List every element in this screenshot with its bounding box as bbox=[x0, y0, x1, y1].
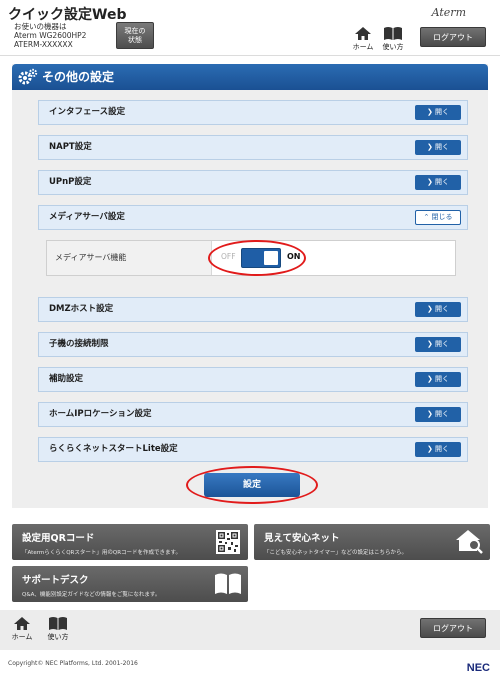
highlight-ellipse-toggle bbox=[208, 240, 306, 276]
device-name: ATERM-XXXXXX bbox=[14, 40, 73, 49]
home-nav-button[interactable]: ホーム bbox=[350, 26, 376, 52]
manual-nav-label: 使い方 bbox=[382, 43, 404, 51]
footer-home-label: ホーム bbox=[11, 633, 33, 641]
logout-label: ログアウト bbox=[433, 33, 473, 42]
safety-net-tile-desc: 「こども安心ネットタイマー」などの設定はこちらから。 bbox=[264, 550, 408, 556]
footer-manual-label: 使い方 bbox=[47, 633, 69, 641]
open-button[interactable]: ❯ 開く bbox=[415, 337, 461, 352]
row-napt-settings[interactable]: NAPT設定 ❯ 開く bbox=[38, 135, 468, 160]
house-magnifier-icon bbox=[456, 530, 483, 554]
current-status-button[interactable]: 現在の 状態 bbox=[116, 22, 154, 49]
copyright-text: Copyright© NEC Platforms, Ltd. 2001-2016 bbox=[8, 660, 138, 667]
row-dmz-host-settings[interactable]: DMZホスト設定 ❯ 開く bbox=[38, 297, 468, 322]
row-label: UPnP設定 bbox=[49, 177, 92, 187]
footer-home-button[interactable]: ホーム bbox=[8, 616, 36, 642]
qr-code-tile-desc: 「AtermらくらくQRスタート」用のQRコードを作成できます。 bbox=[22, 550, 181, 556]
open-button[interactable]: ❯ 開く bbox=[415, 372, 461, 387]
manual-nav-button[interactable]: 使い方 bbox=[380, 26, 406, 52]
section-title: その他の設定 bbox=[42, 70, 115, 84]
current-status-label: 現在の 状態 bbox=[124, 27, 146, 44]
row-media-server-settings[interactable]: メディアサーバ設定 ⌃ 閉じる bbox=[38, 205, 468, 230]
media-server-function-label: メディアサーバ機能 bbox=[47, 241, 212, 275]
logout-button[interactable]: ログアウト bbox=[420, 27, 486, 47]
home-icon bbox=[14, 617, 30, 630]
open-button[interactable]: ❯ 開く bbox=[415, 407, 461, 422]
close-button[interactable]: ⌃ 閉じる bbox=[415, 210, 461, 225]
row-label: メディアサーバ設定 bbox=[49, 212, 125, 222]
section-header: その他の設定 bbox=[12, 64, 488, 90]
highlight-ellipse-submit bbox=[186, 466, 318, 504]
row-label: ホームIPロケーション設定 bbox=[49, 409, 152, 419]
open-button[interactable]: ❯ 開く bbox=[415, 175, 461, 190]
book-icon bbox=[215, 573, 241, 594]
support-desk-tile[interactable]: サポートデスク Q&A、機能別設定ガイドなどの情報をご覧になれます。 bbox=[12, 566, 248, 602]
row-label: インタフェース設定 bbox=[49, 107, 126, 117]
row-label: 補助設定 bbox=[49, 374, 84, 384]
safety-net-tile[interactable]: 見えて安心ネット 「こども安心ネットタイマー」などの設定はこちらから。 bbox=[254, 524, 490, 560]
footer-logout-label: ログアウト bbox=[433, 624, 473, 633]
row-client-connection-limit[interactable]: 子機の接続制限 ❯ 開く bbox=[38, 332, 468, 357]
home-nav-label: ホーム bbox=[352, 43, 374, 51]
gear-icon bbox=[18, 68, 38, 85]
safety-net-tile-title: 見えて安心ネット bbox=[264, 533, 340, 544]
book-icon bbox=[384, 27, 402, 40]
device-caption: お使いの機器は bbox=[14, 22, 67, 31]
qr-code-tile-title: 設定用QRコード bbox=[22, 533, 95, 544]
row-rakuraku-net-start-lite[interactable]: らくらくネットスタートLite設定 ❯ 開く bbox=[38, 437, 468, 462]
open-button[interactable]: ❯ 開く bbox=[415, 140, 461, 155]
footer-nav-bar: ホーム 使い方 ログアウト bbox=[0, 610, 500, 650]
qr-code-icon bbox=[216, 530, 240, 554]
open-button[interactable]: ❯ 開く bbox=[415, 105, 461, 120]
support-desk-tile-title: サポートデスク bbox=[22, 575, 89, 586]
home-icon bbox=[355, 27, 371, 40]
book-icon bbox=[49, 617, 67, 630]
row-upnp-settings[interactable]: UPnP設定 ❯ 開く bbox=[38, 170, 468, 195]
nec-logo: NEC bbox=[466, 662, 490, 674]
footer-logout-button[interactable]: ログアウト bbox=[420, 618, 486, 638]
row-label: NAPT設定 bbox=[49, 142, 92, 152]
device-model: Aterm WG2600HP2 bbox=[14, 31, 87, 40]
row-label: 子機の接続制限 bbox=[49, 339, 109, 349]
open-button[interactable]: ❯ 開く bbox=[415, 442, 461, 457]
aterm-logo: Aterm bbox=[431, 6, 466, 19]
row-label: DMZホスト設定 bbox=[49, 304, 114, 314]
support-desk-tile-desc: Q&A、機能別設定ガイドなどの情報をご覧になれます。 bbox=[22, 592, 161, 598]
app-title: クイック設定Web bbox=[8, 7, 127, 23]
open-button[interactable]: ❯ 開く bbox=[415, 302, 461, 317]
row-label: らくらくネットスタートLite設定 bbox=[49, 444, 178, 454]
header: クイック設定Web お使いの機器は Aterm WG2600HP2 ATERM-… bbox=[0, 0, 500, 56]
footer-manual-button[interactable]: 使い方 bbox=[44, 616, 72, 642]
row-auxiliary-settings[interactable]: 補助設定 ❯ 開く bbox=[38, 367, 468, 392]
row-interface-settings[interactable]: インタフェース設定 ❯ 開く bbox=[38, 100, 468, 125]
qr-code-tile[interactable]: 設定用QRコード 「AtermらくらくQRスタート」用のQRコードを作成できます… bbox=[12, 524, 248, 560]
row-home-ip-location[interactable]: ホームIPロケーション設定 ❯ 開く bbox=[38, 402, 468, 427]
